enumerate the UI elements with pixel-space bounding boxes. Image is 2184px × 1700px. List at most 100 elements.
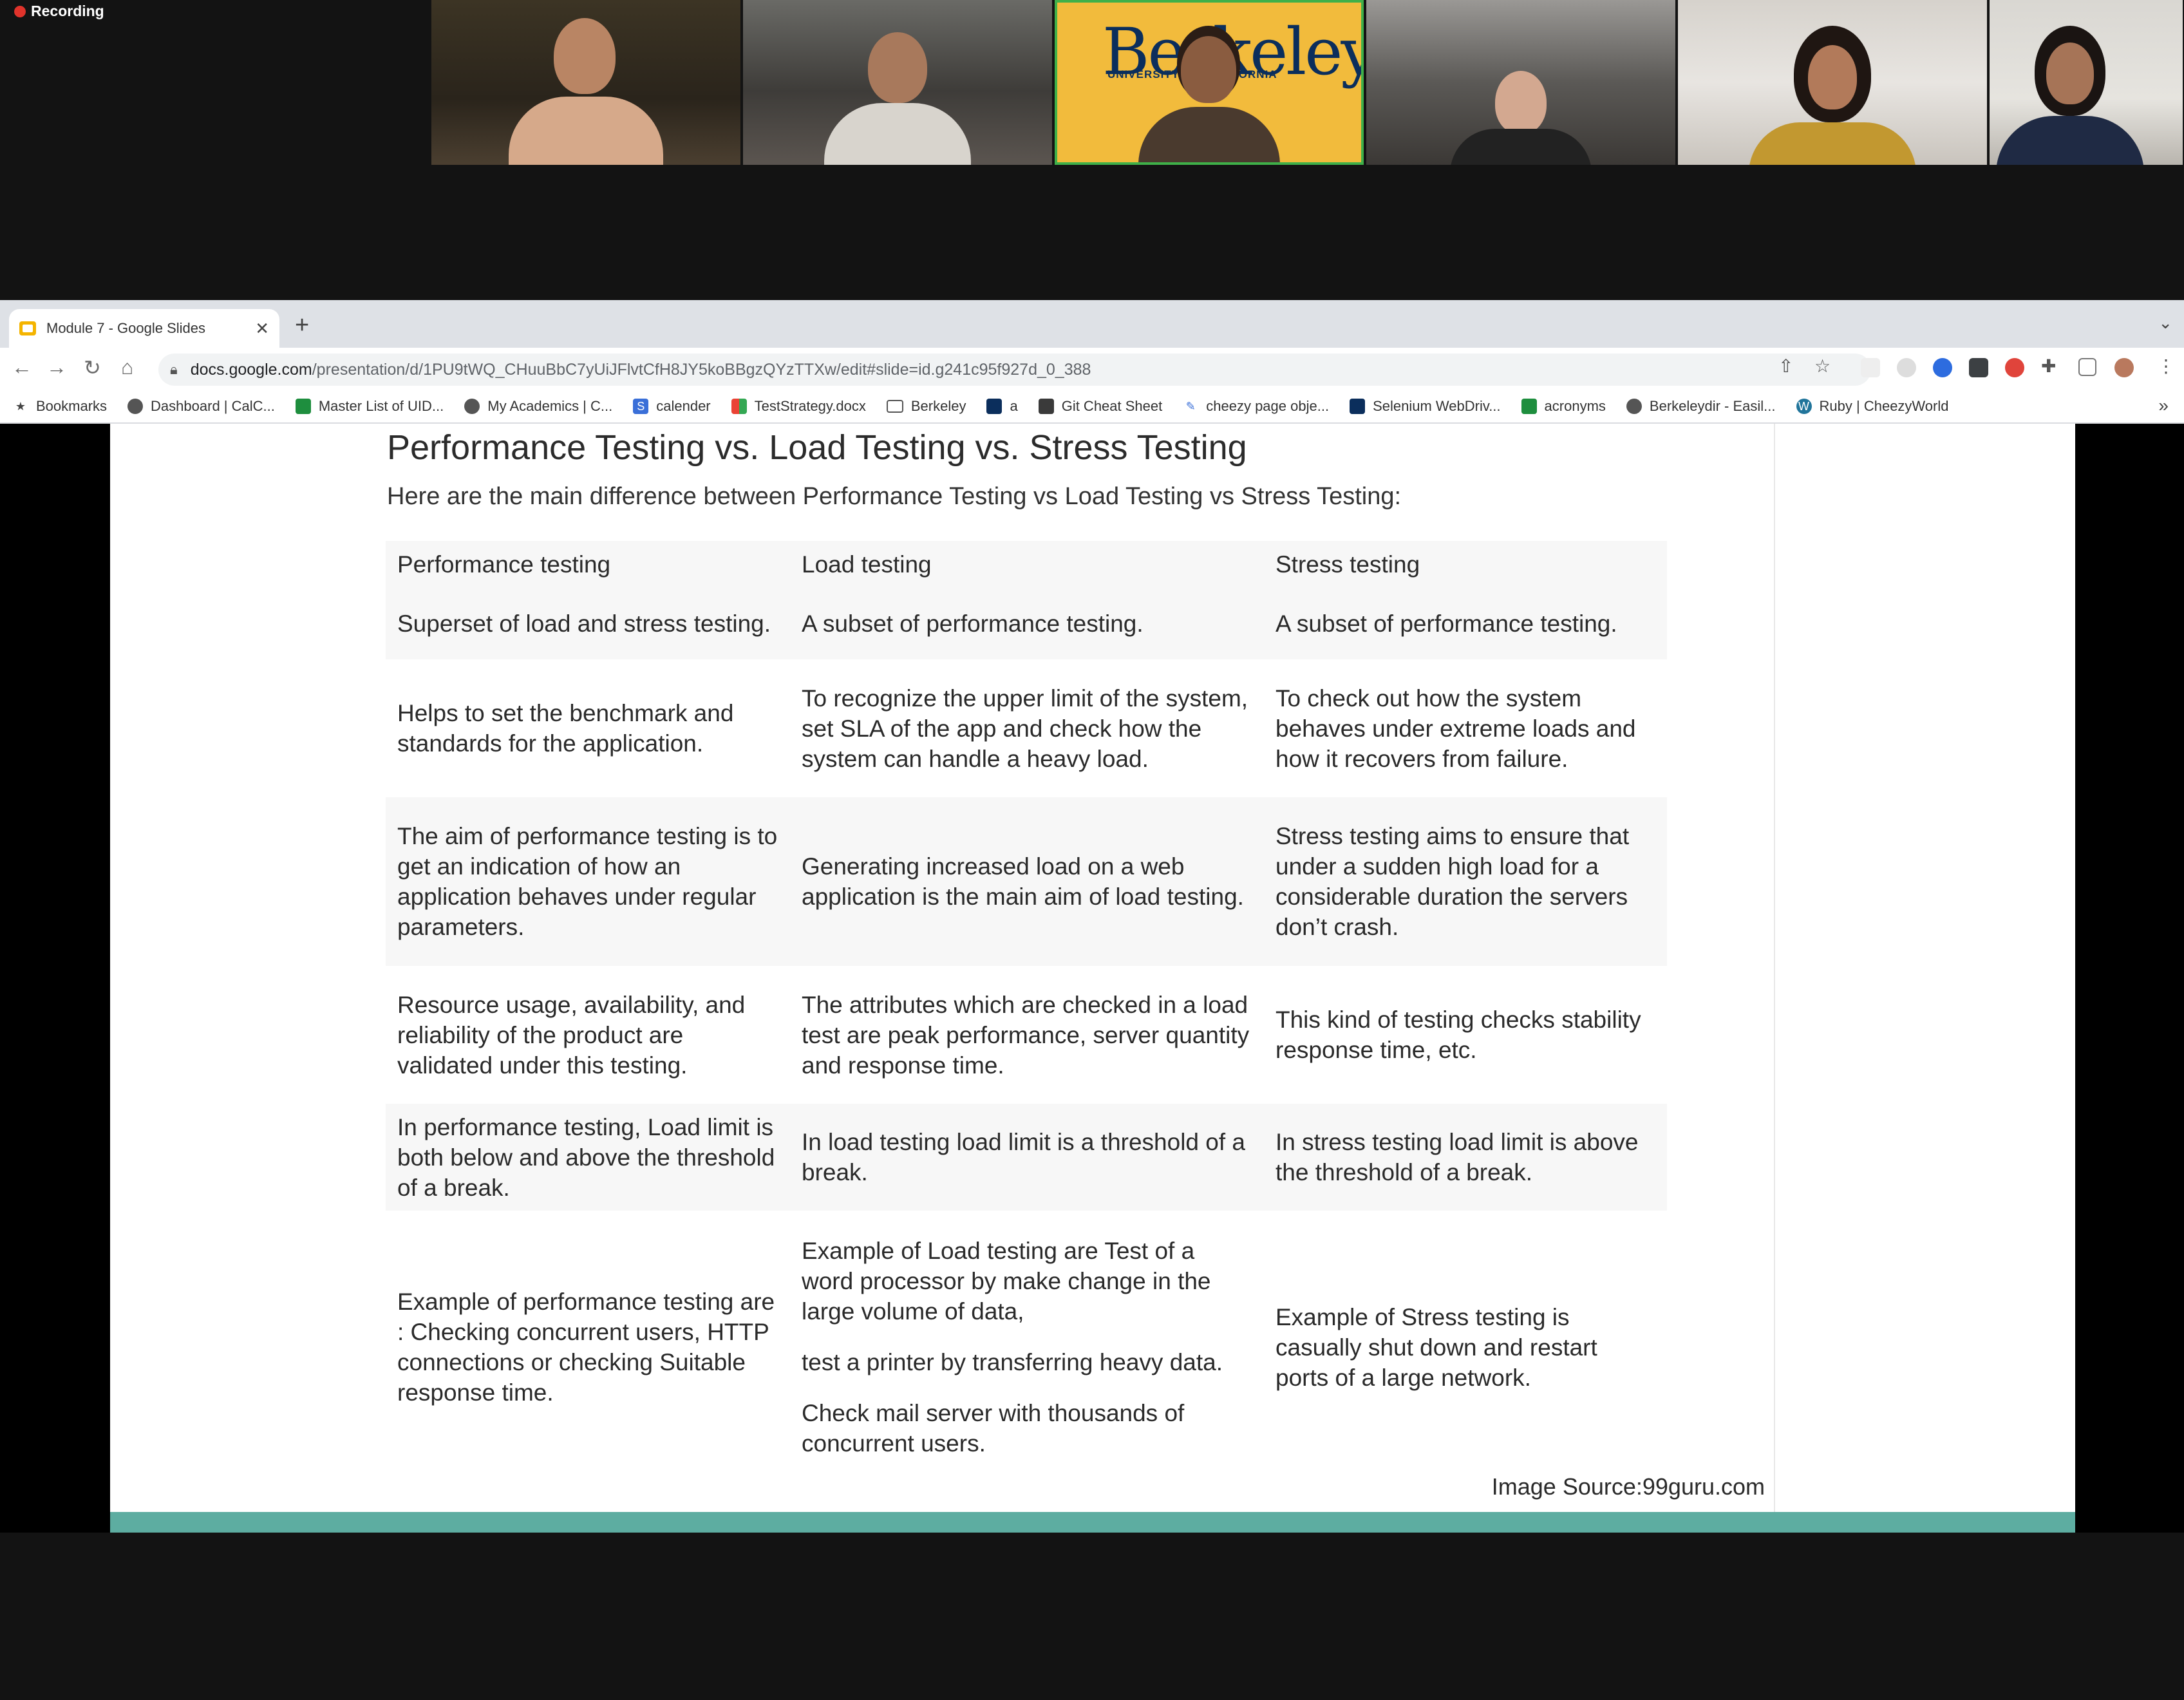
bookmark-item[interactable]: Selenium WebDriv...: [1350, 398, 1501, 415]
menu-kebab-icon[interactable]: ⋮: [2157, 355, 2175, 377]
bookmark-item[interactable]: ★ Bookmarks: [13, 398, 107, 415]
slides-favicon-icon: [19, 321, 36, 335]
extension-gray-icon[interactable]: [1897, 358, 1916, 377]
extension-red-badge-icon[interactable]: [2005, 358, 2024, 377]
recording-dot-icon: [14, 5, 26, 17]
table-cell: This kind of testing checks stability re…: [1276, 1006, 1641, 1063]
table-cell: To recognize the upper limit of the syst…: [802, 685, 1248, 772]
table-cell: Example of Stress testing is casually sh…: [1276, 1303, 1597, 1391]
tower-icon: [1038, 399, 1054, 414]
column-header: Load testing: [790, 541, 1264, 587]
cal-icon: [986, 399, 1003, 414]
bookmark-item[interactable]: Berkeley: [886, 398, 966, 415]
cell-paragraph: test a printer by transferring heavy dat…: [802, 1349, 1223, 1375]
extension-broadcast-icon[interactable]: [1861, 358, 1880, 377]
extensions-puzzle-icon[interactable]: ✚: [2041, 355, 2056, 377]
slide-subtitle: Here are the main difference between Per…: [387, 483, 1402, 510]
close-tab-icon[interactable]: ✕: [255, 319, 269, 339]
cell-paragraph: Check mail server with thousands of conc…: [802, 1400, 1185, 1457]
table-header-row: Performance testing Load testing Stress …: [386, 541, 1667, 587]
tab-search-chevron-icon[interactable]: ⌄: [2158, 313, 2172, 333]
participant-strip: Berkeley UNIVERSITY OF CALIFORNIA: [431, 0, 2184, 165]
address-bar[interactable]: 🔒︎ docs.google.com/presentation/d/1PU9tW…: [158, 354, 1871, 386]
bookmark-star-icon[interactable]: ☆: [1814, 355, 1831, 377]
recording-indicator: Recording: [14, 3, 104, 20]
globe-icon: [1626, 399, 1642, 414]
bookmark-item[interactable]: TestStrategy.docx: [731, 398, 866, 415]
bookmarks-bar: ★ Bookmarks Dashboard | CalC... Master Li…: [0, 390, 2184, 424]
new-tab-button[interactable]: +: [295, 312, 309, 339]
reload-icon[interactable]: ↻: [84, 355, 101, 380]
table-cell: Stress testing aims to ensure that under…: [1264, 797, 1667, 966]
table-row: In performance testing, Load limit is bo…: [386, 1104, 1667, 1211]
tab-bar: Module 7 - Google Slides ✕ + ⌄: [0, 300, 2184, 348]
table-row: Helps to set the benchmark and standards…: [386, 659, 1667, 797]
share-icon[interactable]: ⇧: [1778, 355, 1793, 377]
extension-z-icon[interactable]: [1933, 358, 1952, 377]
tab-google-slides[interactable]: Module 7 - Google Slides ✕: [9, 309, 279, 348]
table-cell: Example of performance testing are : Che…: [397, 1289, 775, 1406]
participant-tile-2[interactable]: [743, 0, 1052, 165]
participant-tile-4[interactable]: [1366, 0, 1675, 165]
bookmarks-overflow-button[interactable]: »: [2158, 395, 2169, 416]
side-panel-icon[interactable]: [2078, 358, 2096, 376]
cal-icon: [1350, 399, 1366, 414]
slide-title: Performance Testing vs. Load Testing vs.…: [387, 428, 1247, 467]
table-cell: The aim of performance testing is to get…: [386, 797, 790, 966]
bookmark-item[interactable]: My Academics | C...: [464, 398, 612, 415]
table-row: Example of performance testing are : Che…: [386, 1211, 1667, 1484]
extension-dark-icon[interactable]: [1969, 358, 1988, 377]
bookmark-item[interactable]: ✎ cheezy page obje...: [1183, 398, 1329, 415]
column-header: Stress testing: [1264, 541, 1667, 587]
bookmark-item[interactable]: a: [986, 398, 1018, 415]
table-cell: Superset of load and stress testing.: [386, 587, 790, 659]
bookmark-item[interactable]: Dashboard | CalC...: [127, 398, 275, 415]
bookmark-item[interactable]: Git Cheat Sheet: [1038, 398, 1162, 415]
globe-icon: [464, 399, 480, 414]
table-cell: Resource usage, availability, and reliab…: [397, 991, 746, 1079]
bookmark-item[interactable]: acronyms: [1521, 398, 1606, 415]
table-cell: A subset of performance testing.: [790, 587, 1264, 659]
back-arrow-icon[interactable]: ←: [12, 355, 32, 379]
tab-title: Module 7 - Google Slides: [46, 320, 206, 336]
table-cell: The attributes which are checked in a lo…: [802, 991, 1250, 1079]
profile-avatar[interactable]: [2114, 358, 2134, 377]
table-row: The aim of performance testing is to get…: [386, 797, 1667, 966]
cell-paragraph: Example of Load testing are Test of a wo…: [802, 1238, 1211, 1325]
bookmark-item[interactable]: W Ruby | CheezyWorld: [1796, 398, 1948, 415]
browser-toolbar: ← → ↻ ⌂ 🔒︎ docs.google.com/presentation/…: [0, 348, 2184, 390]
forward-arrow-icon[interactable]: →: [46, 355, 67, 379]
star-icon: ★: [15, 399, 26, 413]
bookmark-item[interactable]: Master List of UID...: [295, 398, 444, 415]
table-row: Resource usage, availability, and reliab…: [386, 966, 1667, 1104]
table-cell: To check out how the system behaves unde…: [1276, 685, 1636, 772]
participant-tile-3-active-speaker[interactable]: Berkeley UNIVERSITY OF CALIFORNIA: [1055, 0, 1364, 165]
slide[interactable]: Performance Testing vs. Load Testing vs.…: [110, 424, 2075, 1533]
bookmark-item[interactable]: Scalender: [633, 398, 711, 415]
folder-icon: [886, 400, 903, 413]
wordpress-icon: W: [1796, 399, 1812, 414]
browser-window: Module 7 - Google Slides ✕ + ⌄ ← → ↻ ⌂ 🔒…: [0, 300, 2184, 1533]
s-icon: S: [633, 399, 649, 414]
lock-icon[interactable]: 🔒︎: [170, 361, 178, 378]
table-cell: In stress testing load limit is above th…: [1264, 1104, 1667, 1211]
presentation-stage: Performance Testing vs. Load Testing vs.…: [0, 424, 2184, 1533]
comparison-table: Performance testing Load testing Stress …: [386, 541, 1667, 1484]
bookmark-item[interactable]: Berkeleydir - Easil...: [1626, 398, 1776, 415]
slide-footer-bar: [110, 1512, 2075, 1533]
image-source-caption: Image Source:99guru.com: [1491, 1473, 1765, 1500]
slide-divider: [1774, 424, 1775, 1512]
participant-tile-1[interactable]: [431, 0, 740, 165]
column-header: Performance testing: [386, 541, 790, 587]
pen-icon: ✎: [1185, 399, 1196, 413]
participant-tile-6[interactable]: [1990, 0, 2183, 165]
participant-tile-5[interactable]: [1678, 0, 1987, 165]
globe-icon: [127, 399, 144, 414]
table-cell: Generating increased load on a web appli…: [790, 797, 1264, 966]
table-cell: A subset of performance testing.: [1264, 587, 1667, 659]
table-cell: Helps to set the benchmark and standards…: [397, 700, 734, 757]
home-icon[interactable]: ⌂: [121, 355, 133, 379]
table-cell: Example of Load testing are Test of a wo…: [790, 1211, 1264, 1484]
table-cell: In load testing load limit is a threshol…: [790, 1104, 1264, 1211]
table-cell: In performance testing, Load limit is bo…: [386, 1104, 790, 1211]
